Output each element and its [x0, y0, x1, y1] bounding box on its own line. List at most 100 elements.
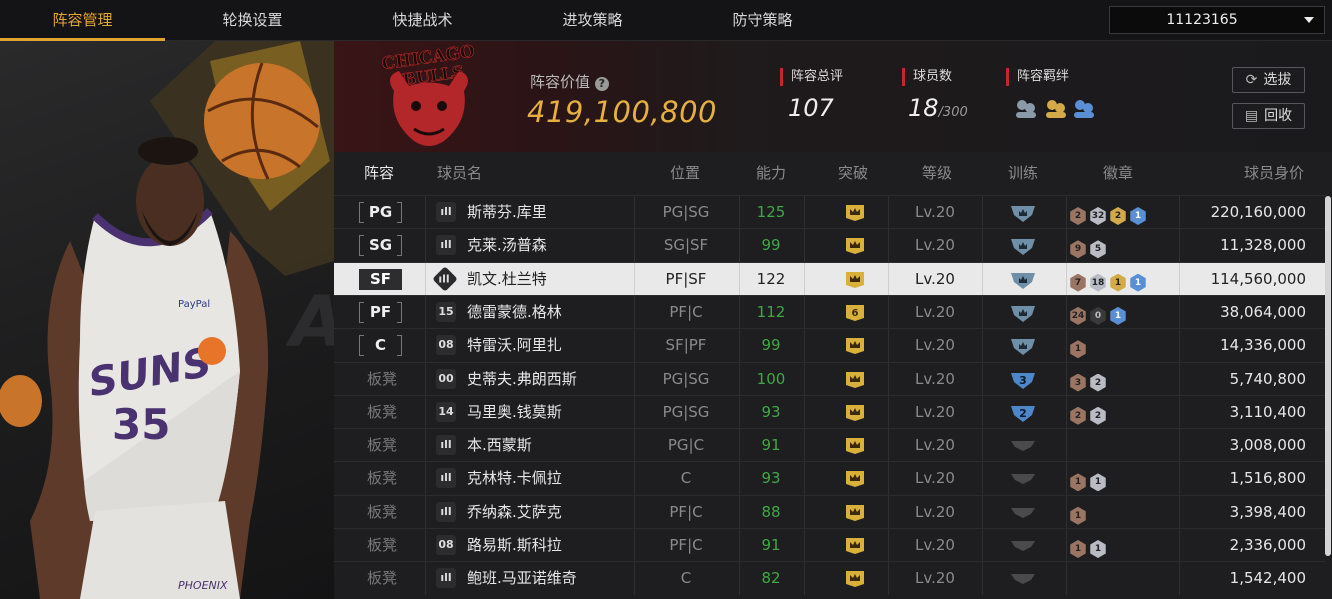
- help-icon[interactable]: ?: [594, 77, 609, 91]
- badge-list[interactable]: 11: [1069, 469, 1109, 492]
- player-ability: 112: [756, 302, 786, 321]
- position-slot-badge[interactable]: PF: [359, 301, 402, 323]
- player-position: PF|C: [669, 536, 703, 554]
- col-lineup[interactable]: 阵容: [364, 152, 394, 194]
- badge-list[interactable]: 2 32 2 1: [1069, 203, 1149, 225]
- account-dropdown[interactable]: 11123165: [1109, 6, 1325, 34]
- position-slot-badge[interactable]: SF: [359, 268, 402, 290]
- player-ability: 93: [761, 402, 781, 421]
- bond-icons[interactable]: [1012, 96, 1098, 126]
- crown-icon[interactable]: [845, 570, 865, 588]
- select-button[interactable]: ⟳ 选拔: [1232, 67, 1305, 93]
- bench-label[interactable]: 板凳: [367, 562, 397, 595]
- training-empty-icon[interactable]: [1010, 503, 1036, 523]
- badge-list[interactable]: 24 0 1: [1069, 303, 1129, 325]
- column-divider: [982, 395, 983, 429]
- badge-icon: 1: [1070, 540, 1086, 558]
- bench-label[interactable]: 板凳: [367, 462, 397, 495]
- jersey-number: 00: [438, 371, 454, 385]
- table-row[interactable]: 板凳 ıll 克林特.卡佩拉 C 93 Lv.20 1,516,800 1 1: [334, 461, 1326, 496]
- training-shield-icon[interactable]: 3: [1010, 370, 1036, 390]
- training-shield-icon[interactable]: 2: [1010, 403, 1036, 423]
- crown-icon[interactable]: [845, 337, 865, 355]
- badge-list[interactable]: 32: [1069, 370, 1109, 392]
- training-empty-icon[interactable]: [1010, 536, 1036, 556]
- badge-list[interactable]: 1: [1069, 503, 1089, 525]
- crown-icon[interactable]: [845, 271, 865, 289]
- badge-list[interactable]: 11: [1069, 536, 1109, 558]
- col-badges[interactable]: 徽章: [1103, 152, 1133, 194]
- table-row[interactable]: PF 15 德雷蒙德.格林 PF|C 112 Lv.20 38,064,000 6 24 0 1: [334, 294, 1326, 329]
- crown-icon[interactable]: [845, 371, 865, 389]
- table-row[interactable]: SF ıll 凯文.杜兰特 PF|SF 122 Lv.20 114,560,000 7 18 1 1: [334, 261, 1326, 296]
- recycle-button[interactable]: ▤ 回收: [1232, 103, 1305, 129]
- crown-icon[interactable]: [845, 237, 865, 255]
- col-player-value[interactable]: 球员身价: [1244, 152, 1304, 194]
- badge-list[interactable]: 22: [1069, 403, 1109, 425]
- col-ability[interactable]: 能力: [756, 152, 786, 194]
- training-shield-icon[interactable]: [1010, 336, 1036, 356]
- col-player-name[interactable]: 球员名: [437, 152, 482, 194]
- tab-defense-strategy[interactable]: 防守策略: [680, 0, 845, 40]
- training-empty-icon[interactable]: [1010, 469, 1036, 489]
- badge-icon: 2: [1070, 207, 1086, 225]
- training-shield-icon[interactable]: [1010, 270, 1036, 290]
- badge-icon: 1: [1130, 207, 1146, 225]
- breakthrough-level-icon[interactable]: 6: [845, 304, 865, 322]
- training-empty-icon[interactable]: [1010, 569, 1036, 589]
- tab-offense-strategy[interactable]: 进攻策略: [510, 0, 675, 40]
- col-level[interactable]: 等级: [922, 152, 952, 194]
- column-divider: [1066, 495, 1067, 529]
- badge-list[interactable]: 7 18 1 1: [1069, 270, 1149, 292]
- badge-icon: 2: [1070, 406, 1086, 425]
- table-row[interactable]: PG ıll 斯蒂芬.库里 PG|SG 125 Lv.20 220,160,000 2 32 2 1: [334, 195, 1326, 229]
- crown-icon[interactable]: [845, 470, 865, 488]
- training-empty-icon[interactable]: [1010, 436, 1036, 456]
- jersey-number-text: 35: [112, 400, 170, 449]
- position-slot-badge[interactable]: C: [359, 335, 402, 357]
- column-divider: [804, 495, 805, 529]
- bench-label[interactable]: 板凳: [367, 529, 397, 562]
- table-row[interactable]: 板凳 ıll 本.西蒙斯 PG|C 91 Lv.20 3,008,000: [334, 428, 1326, 463]
- table-row[interactable]: 板凳 ıll 乔纳森.艾萨克 PF|C 88 Lv.20 3,398,400 1: [334, 494, 1326, 529]
- crown-icon[interactable]: [845, 504, 865, 522]
- position-slot-badge[interactable]: PG: [359, 202, 402, 223]
- col-position[interactable]: 位置: [670, 152, 700, 194]
- tab-lineup-management[interactable]: 阵容管理: [0, 0, 165, 41]
- table-row[interactable]: 板凳 00 史蒂夫.弗朗西斯 PG|SG 100 Lv.20 5,740,800 3 3 2: [334, 361, 1326, 396]
- badge-list[interactable]: 1: [1069, 336, 1089, 359]
- player-name: 鲍班.马亚诺维奇: [467, 569, 577, 588]
- table-row[interactable]: 板凳 ıll 鲍班.马亚诺维奇 C 82 Lv.20 1,542,400: [334, 561, 1326, 596]
- training-shield-icon[interactable]: [1010, 236, 1036, 256]
- column-divider: [804, 262, 805, 296]
- tab-quick-tactics[interactable]: 快捷战术: [340, 0, 505, 40]
- player-ability: 99: [761, 336, 781, 355]
- col-training[interactable]: 训练: [1008, 152, 1038, 194]
- jersey-number-icon: 00: [436, 368, 456, 389]
- player-name: 德雷蒙德.格林: [467, 302, 562, 321]
- player-name: 特雷沃.阿里扎: [467, 336, 562, 355]
- jersey-number: ıll: [438, 272, 450, 286]
- crown-icon[interactable]: [845, 204, 865, 222]
- bench-label[interactable]: 板凳: [367, 396, 397, 429]
- position-slot-badge[interactable]: SG: [359, 235, 402, 257]
- badge-icon: 1: [1110, 273, 1126, 292]
- bench-label[interactable]: 板凳: [367, 496, 397, 529]
- table-row[interactable]: 板凳 14 马里奥.钱莫斯 PG|SG 93 Lv.20 3,110,400 2 2 2: [334, 394, 1326, 429]
- crown-icon[interactable]: [845, 537, 865, 555]
- column-divider: [982, 229, 983, 263]
- table-row[interactable]: 板凳 08 路易斯.斯科拉 PF|C 91 Lv.20 2,336,000 1 1: [334, 528, 1326, 562]
- bench-label[interactable]: 板凳: [367, 363, 397, 396]
- crown-icon[interactable]: [845, 404, 865, 422]
- bench-label[interactable]: 板凳: [367, 429, 397, 462]
- scrollbar[interactable]: [1325, 196, 1331, 556]
- training-shield-icon[interactable]: [1010, 203, 1036, 223]
- table-row[interactable]: SG ıll 克莱.汤普森 SG|SF 99 Lv.20 11,328,000 9 5: [334, 228, 1326, 263]
- badge-list[interactable]: 95: [1069, 236, 1109, 259]
- column-divider: [425, 262, 426, 296]
- crown-icon[interactable]: [845, 437, 865, 455]
- col-breakthrough[interactable]: 突破: [838, 152, 868, 194]
- training-shield-icon[interactable]: [1010, 303, 1036, 323]
- tab-rotation-settings[interactable]: 轮换设置: [170, 0, 335, 40]
- table-row[interactable]: C 08 特雷沃.阿里扎 SF|PF 99 Lv.20 14,336,000 1: [334, 328, 1326, 363]
